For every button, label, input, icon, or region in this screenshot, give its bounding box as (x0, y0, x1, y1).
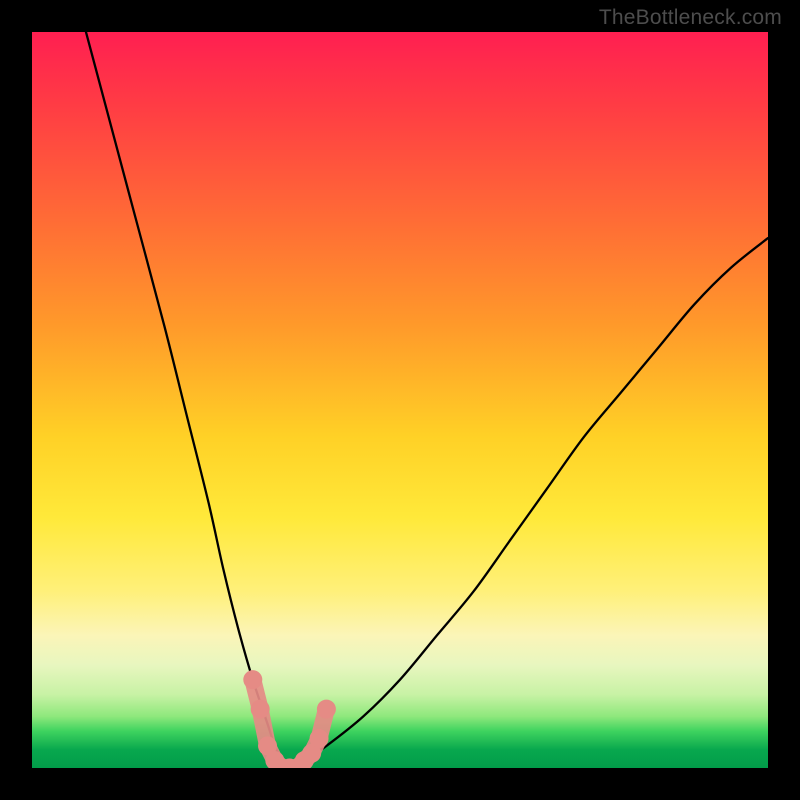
chart-frame: TheBottleneck.com (0, 0, 800, 800)
data-marker (243, 670, 262, 689)
watermark-text: TheBottleneck.com (599, 6, 782, 30)
plot-area (32, 32, 768, 768)
data-marker (310, 729, 329, 748)
marker-group (243, 670, 336, 768)
bottleneck-curve-svg (32, 32, 768, 768)
bottleneck-curve-path (76, 32, 768, 768)
data-marker (317, 700, 336, 719)
data-marker (251, 700, 270, 719)
